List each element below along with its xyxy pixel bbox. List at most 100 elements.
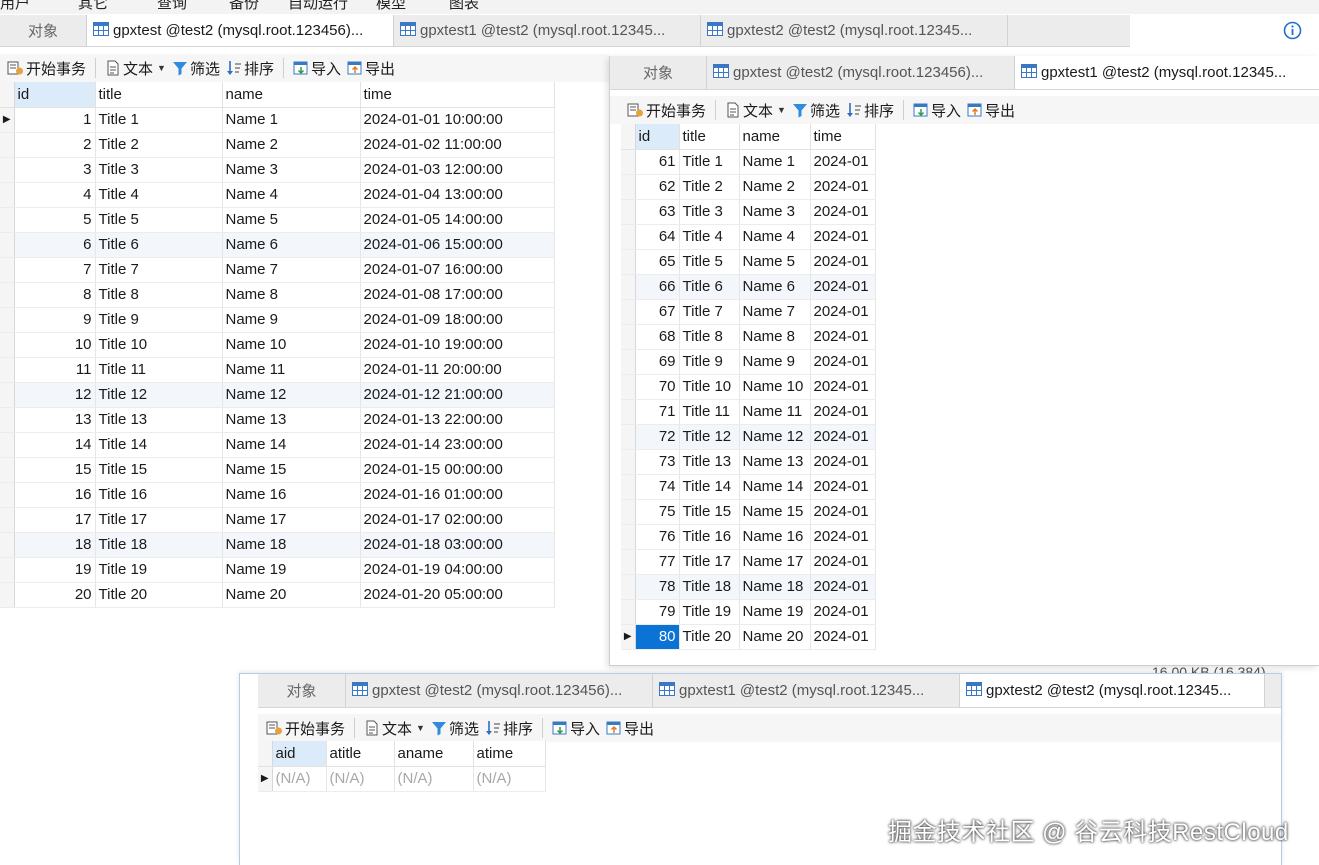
grid-cell-name[interactable]: Name 17 <box>739 549 811 575</box>
grid-cell-time[interactable]: 2024-01-05 14:00:00 <box>360 207 555 233</box>
table-row[interactable]: 13 Title 13 Name 13 2024-01-13 22:00:00 <box>0 407 555 433</box>
text-dropdown-button[interactable]: 文本 ▼ <box>361 716 428 740</box>
tab-gpxtest1[interactable]: gpxtest1 @test2 (mysql.root.12345... <box>653 674 960 707</box>
row-indicator[interactable] <box>621 174 636 200</box>
row-indicator[interactable] <box>621 549 636 575</box>
grid-cell-id[interactable]: 70 <box>635 374 680 400</box>
grid-cell-name[interactable]: Name 19 <box>222 557 361 583</box>
row-indicator[interactable] <box>621 424 636 450</box>
row-indicator[interactable] <box>0 457 15 483</box>
row-indicator[interactable] <box>0 582 15 608</box>
grid-cell-time[interactable]: 2024-01 <box>810 374 876 400</box>
grid-cell-time[interactable]: 2024-01-04 13:00:00 <box>360 182 555 208</box>
grid-cell-time[interactable]: 2024-01-06 15:00:00 <box>360 232 555 258</box>
grid-cell-time[interactable]: 2024-01-20 05:00:00 <box>360 582 555 608</box>
tab-objects[interactable]: 对象 <box>610 56 707 89</box>
table-row[interactable]: 65 Title 5 Name 5 2024-01 <box>621 249 876 275</box>
table-row[interactable]: 11 Title 11 Name 11 2024-01-11 20:00:00 <box>0 357 555 383</box>
row-indicator[interactable] <box>0 407 15 433</box>
row-indicator[interactable] <box>0 157 15 183</box>
menu-item-automation[interactable]: 自动运行 <box>288 0 348 13</box>
row-indicator[interactable] <box>621 499 636 525</box>
grid-cell-time[interactable]: 2024-01-19 04:00:00 <box>360 557 555 583</box>
row-indicator[interactable] <box>621 199 636 225</box>
tab-gpxtest[interactable]: gpxtest @test2 (mysql.root.123456)... <box>346 674 653 707</box>
row-indicator[interactable] <box>621 349 636 375</box>
row-indicator[interactable] <box>621 599 636 625</box>
grid-cell-title[interactable]: Title 14 <box>95 432 223 458</box>
column-header-name[interactable]: name <box>222 82 361 108</box>
grid-cell-id[interactable]: 76 <box>635 524 680 550</box>
row-indicator[interactable] <box>621 524 636 550</box>
grid-cell-name[interactable]: Name 5 <box>222 207 361 233</box>
grid-cell-title[interactable]: Title 8 <box>95 282 223 308</box>
begin-transaction-button[interactable]: 开始事务 <box>624 98 709 122</box>
grid-cell-title[interactable]: Title 13 <box>95 407 223 433</box>
grid-cell-name[interactable]: Name 12 <box>739 424 811 450</box>
grid-cell-title[interactable]: Title 9 <box>679 349 740 375</box>
grid-cell-id[interactable]: 68 <box>635 324 680 350</box>
grid-cell-id[interactable]: 2 <box>14 132 96 158</box>
grid-cell-id[interactable]: 72 <box>635 424 680 450</box>
grid-cell-time[interactable]: 2024-01 <box>810 299 876 325</box>
grid-cell-id[interactable]: 62 <box>635 174 680 200</box>
grid-cell-id[interactable]: 67 <box>635 299 680 325</box>
tab-gpxtest[interactable]: gpxtest @test2 (mysql.root.123456)... <box>87 15 394 46</box>
grid-cell-name[interactable]: Name 4 <box>739 224 811 250</box>
grid-cell-atime[interactable]: (N/A) <box>473 766 546 792</box>
grid-cell-id[interactable]: 13 <box>14 407 96 433</box>
table-row[interactable]: 17 Title 17 Name 17 2024-01-17 02:00:00 <box>0 507 555 533</box>
sort-button[interactable]: 排序 <box>843 98 897 122</box>
row-indicator[interactable] <box>0 307 15 333</box>
table-row[interactable]: 71 Title 11 Name 11 2024-01 <box>621 399 876 425</box>
grid-cell-name[interactable]: Name 3 <box>222 157 361 183</box>
grid-cell-title[interactable]: Title 17 <box>679 549 740 575</box>
tab-gpxtest[interactable]: gpxtest @test2 (mysql.root.123456)... <box>707 56 1015 89</box>
grid-cell-id[interactable]: 77 <box>635 549 680 575</box>
row-indicator[interactable] <box>621 149 636 175</box>
grid-cell-name[interactable]: Name 17 <box>222 507 361 533</box>
grid-cell-time[interactable]: 2024-01 <box>810 249 876 275</box>
table-row[interactable]: 75 Title 15 Name 15 2024-01 <box>621 499 876 525</box>
column-header-title[interactable]: title <box>95 82 223 108</box>
row-indicator[interactable] <box>621 299 636 325</box>
row-indicator[interactable] <box>0 282 15 308</box>
grid-cell-name[interactable]: Name 18 <box>739 574 811 600</box>
column-header-time[interactable]: time <box>360 82 555 108</box>
table-row[interactable]: 72 Title 12 Name 12 2024-01 <box>621 424 876 450</box>
grid-cell-time[interactable]: 2024-01-02 11:00:00 <box>360 132 555 158</box>
row-indicator[interactable] <box>621 274 636 300</box>
row-indicator[interactable] <box>0 357 15 383</box>
grid-cell-time[interactable]: 2024-01 <box>810 624 876 650</box>
row-indicator[interactable] <box>0 132 15 158</box>
table-row[interactable]: 70 Title 10 Name 10 2024-01 <box>621 374 876 400</box>
row-indicator[interactable] <box>621 249 636 275</box>
grid-cell-name[interactable]: Name 2 <box>739 174 811 200</box>
grid-cell-name[interactable]: Name 10 <box>739 374 811 400</box>
grid-cell-id[interactable]: 1 <box>14 107 96 133</box>
grid-cell-id[interactable]: 69 <box>635 349 680 375</box>
grid-cell-id[interactable]: 64 <box>635 224 680 250</box>
grid-cell-name[interactable]: Name 2 <box>222 132 361 158</box>
export-button[interactable]: 导出 <box>344 56 398 80</box>
grid-cell-title[interactable]: Title 6 <box>95 232 223 258</box>
grid-cell-title[interactable]: Title 5 <box>95 207 223 233</box>
row-indicator[interactable] <box>0 232 15 258</box>
grid-cell-id[interactable]: 61 <box>635 149 680 175</box>
grid-cell-time[interactable]: 2024-01-09 18:00:00 <box>360 307 555 333</box>
grid-cell-name[interactable]: Name 19 <box>739 599 811 625</box>
row-indicator[interactable] <box>621 374 636 400</box>
grid-cell-time[interactable]: 2024-01 <box>810 399 876 425</box>
filter-button[interactable]: 筛选 <box>428 716 482 740</box>
grid-cell-title[interactable]: Title 19 <box>679 599 740 625</box>
grid-cell-time[interactable]: 2024-01 <box>810 424 876 450</box>
grid-cell-name[interactable]: Name 7 <box>739 299 811 325</box>
tab-gpxtest1[interactable]: gpxtest1 @test2 (mysql.root.12345... <box>1015 56 1319 89</box>
grid-cell-id[interactable]: 63 <box>635 199 680 225</box>
menu-item-other[interactable]: 其它 <box>78 0 108 13</box>
menu-item-backup[interactable]: 备份 <box>229 0 259 13</box>
row-indicator[interactable] <box>621 474 636 500</box>
grid-cell-title[interactable]: Title 20 <box>95 582 223 608</box>
grid-cell-name[interactable]: Name 3 <box>739 199 811 225</box>
table-row[interactable]: 3 Title 3 Name 3 2024-01-03 12:00:00 <box>0 157 555 183</box>
